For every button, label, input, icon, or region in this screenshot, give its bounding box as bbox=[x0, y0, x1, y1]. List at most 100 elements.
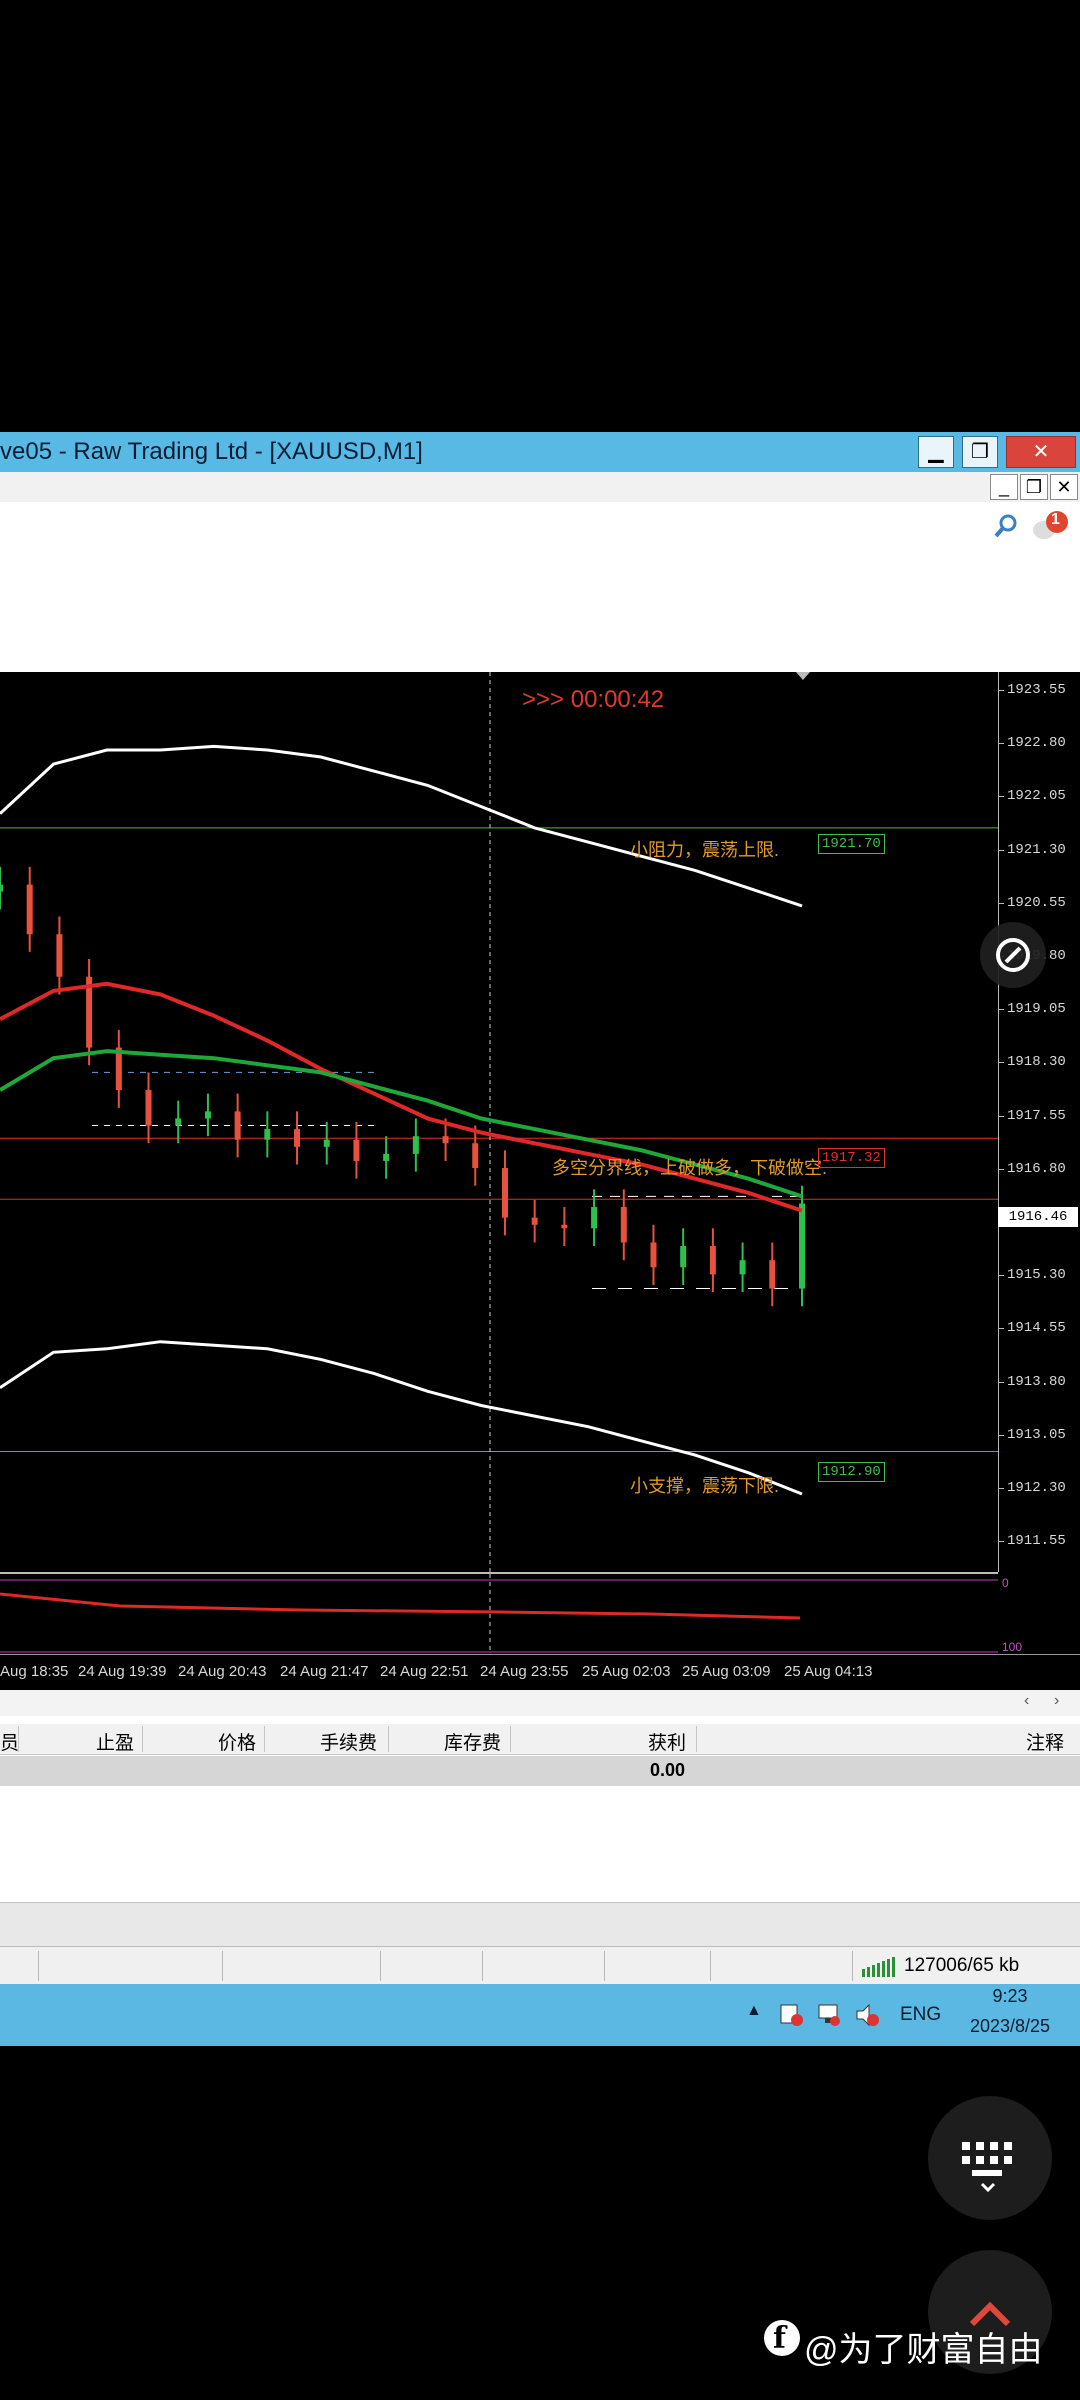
terminal-tabs-strip[interactable] bbox=[0, 1902, 1080, 1947]
column-header[interactable]: 止盈 bbox=[96, 1728, 134, 1755]
indicator-canvas bbox=[0, 1574, 998, 1654]
candle-body bbox=[56, 934, 63, 977]
column-header[interactable]: 库存费 bbox=[444, 1728, 501, 1755]
candle-body bbox=[472, 1143, 479, 1169]
window-title-bar[interactable]: ve05 - Raw Trading Ltd - [XAUUSD,M1] ▁ ❐… bbox=[0, 432, 1080, 472]
minimize-button[interactable]: ▁ bbox=[918, 436, 954, 468]
support-price-tag: 1912.90 bbox=[818, 1462, 885, 1482]
scroll-left-icon[interactable]: ‹ bbox=[1024, 1692, 1029, 1710]
candle-body bbox=[531, 1217, 538, 1225]
candle-body bbox=[709, 1246, 716, 1275]
price-tick-label: 1914.55 bbox=[998, 1320, 1066, 1337]
price-tick-label: 1911.55 bbox=[998, 1533, 1066, 1550]
time-tick-label: 24 Aug 20:43 bbox=[178, 1663, 267, 1680]
candle-body bbox=[680, 1246, 687, 1268]
price-tick-label: 1913.80 bbox=[998, 1373, 1066, 1390]
candle-body bbox=[442, 1136, 449, 1144]
candle-body bbox=[620, 1207, 627, 1243]
input-language[interactable]: ENG bbox=[900, 2004, 941, 2026]
keyboard-button[interactable] bbox=[928, 2096, 1052, 2220]
time-tick-label: 24 Aug 19:39 bbox=[78, 1663, 167, 1680]
price-tick-label: 1912.30 bbox=[998, 1480, 1066, 1496]
column-header[interactable]: 手续费 bbox=[320, 1728, 377, 1755]
status-bar: 127006/65 kb bbox=[0, 1946, 1080, 1985]
search-icon[interactable] bbox=[992, 512, 1020, 540]
terminal-summary-row[interactable]: 0.00 bbox=[0, 1756, 1080, 1786]
mdi-minimize-button[interactable]: _ bbox=[990, 474, 1018, 500]
time-axis[interactable]: Aug 18:35 24 Aug 19:39 24 Aug 20:43 24 Aug … bbox=[0, 1654, 1080, 1691]
candle-body bbox=[323, 1139, 330, 1147]
price-tick-label: 1922.80 bbox=[998, 735, 1066, 752]
column-header[interactable]: 获利 bbox=[648, 1728, 686, 1755]
time-tick-label: 24 Aug 21:47 bbox=[280, 1663, 369, 1680]
floating-link-button[interactable] bbox=[980, 922, 1046, 988]
candle-body bbox=[26, 884, 33, 935]
column-header[interactable]: 价格 bbox=[218, 1728, 256, 1755]
network-icon[interactable] bbox=[816, 2002, 842, 2028]
volume-muted-icon[interactable] bbox=[854, 2002, 880, 2028]
candle-body bbox=[145, 1090, 152, 1126]
time-tick-label: 25 Aug 02:03 bbox=[582, 1663, 671, 1680]
price-chart[interactable] bbox=[0, 672, 1080, 1690]
candle-body bbox=[294, 1129, 301, 1147]
resistance-price-tag: 1921.70 bbox=[818, 834, 885, 854]
current-price-marker: 1916.46 bbox=[998, 1207, 1078, 1227]
bar-countdown: >>> 00:00:42 bbox=[522, 686, 665, 713]
mdi-restore-button[interactable]: ❐ bbox=[1020, 474, 1048, 500]
candle-body bbox=[412, 1136, 419, 1154]
candle-body bbox=[650, 1242, 657, 1268]
scale-shift-marker bbox=[796, 672, 810, 680]
terminal-header: 员 止盈 价格 手续费 库存费 获利 注释 bbox=[0, 1724, 1080, 1755]
indicator-subwindow[interactable]: 0 100 bbox=[0, 1572, 1022, 1656]
price-tick-label: 1919.05 bbox=[998, 1001, 1066, 1018]
time-tick-label: 25 Aug 03:09 bbox=[682, 1663, 771, 1680]
candle-body bbox=[769, 1260, 776, 1289]
column-header[interactable]: 注释 bbox=[1026, 1728, 1064, 1755]
time-tick-label: Aug 18:35 bbox=[0, 1663, 69, 1680]
clock-time[interactable]: 9:23 bbox=[950, 1986, 1070, 2007]
scroll-right-icon[interactable]: › bbox=[1054, 1692, 1059, 1710]
price-scale[interactable]: 1923.55 1922.80 1922.05 1921.30 1920.55 1919.… bbox=[998, 672, 1080, 1572]
mdi-control-strip: _ ❐ ✕ bbox=[0, 472, 1080, 503]
candle-body bbox=[501, 1168, 508, 1218]
candle-body bbox=[799, 1203, 805, 1289]
price-tick-label: 1921.30 bbox=[998, 841, 1066, 858]
pivot-price-tag: 1917.32 bbox=[818, 1148, 885, 1168]
connection-status: 127006/65 kb bbox=[904, 1955, 1020, 1976]
chart-scroll-row[interactable]: ‹ › bbox=[0, 1690, 1080, 1716]
window-title: ve05 - Raw Trading Ltd - [XAUUSD,M1] bbox=[0, 438, 423, 465]
price-tick-label: 1913.05 bbox=[998, 1426, 1066, 1443]
tray-expand-icon[interactable]: ▲ bbox=[746, 2002, 762, 2020]
support-label: 小支撑，震荡下限. bbox=[630, 1476, 780, 1496]
mdi-close-button[interactable]: ✕ bbox=[1050, 474, 1078, 500]
maximize-button[interactable]: ❐ bbox=[962, 436, 998, 468]
candle-body bbox=[175, 1118, 182, 1126]
price-tick-label: 1916.80 bbox=[998, 1160, 1066, 1177]
clock-date[interactable]: 2023/8/25 bbox=[950, 2016, 1070, 2037]
candle-body bbox=[739, 1260, 746, 1275]
chart-canvas[interactable] bbox=[0, 672, 998, 1572]
link-icon bbox=[996, 938, 1030, 972]
time-tick-label: 25 Aug 04:13 bbox=[784, 1663, 873, 1680]
close-button[interactable]: ✕ bbox=[1006, 436, 1076, 468]
upper-band-line bbox=[0, 744, 803, 908]
price-tick-label: 1922.05 bbox=[998, 788, 1066, 805]
price-tick-label: 1920.55 bbox=[998, 894, 1066, 911]
candle-body bbox=[0, 884, 3, 892]
keyboard-icon bbox=[962, 2142, 1012, 2193]
price-tick-label: 1923.55 bbox=[998, 682, 1066, 698]
resistance-label: 小阻力，震荡上限. bbox=[630, 840, 780, 860]
terminal-panel: 员 止盈 价格 手续费 库存费 获利 注释 0.00 bbox=[0, 1716, 1080, 1947]
windows-taskbar: ▲ ENG 9:23 2023/8/25 bbox=[0, 1984, 1080, 2046]
candle-body bbox=[591, 1207, 598, 1229]
column-header[interactable]: 员 bbox=[0, 1728, 19, 1755]
toolbar-area: 1 bbox=[0, 502, 1080, 673]
action-center-icon[interactable] bbox=[778, 2002, 804, 2028]
price-tick-label: 1918.30 bbox=[998, 1054, 1066, 1071]
candle-body bbox=[204, 1111, 211, 1119]
connection-bars-icon bbox=[862, 1957, 895, 1977]
price-tick-label: 1915.30 bbox=[998, 1267, 1066, 1284]
time-tick-label: 24 Aug 22:51 bbox=[380, 1663, 469, 1680]
price-tick-label: 1917.55 bbox=[998, 1107, 1066, 1124]
candle-body bbox=[561, 1224, 568, 1229]
